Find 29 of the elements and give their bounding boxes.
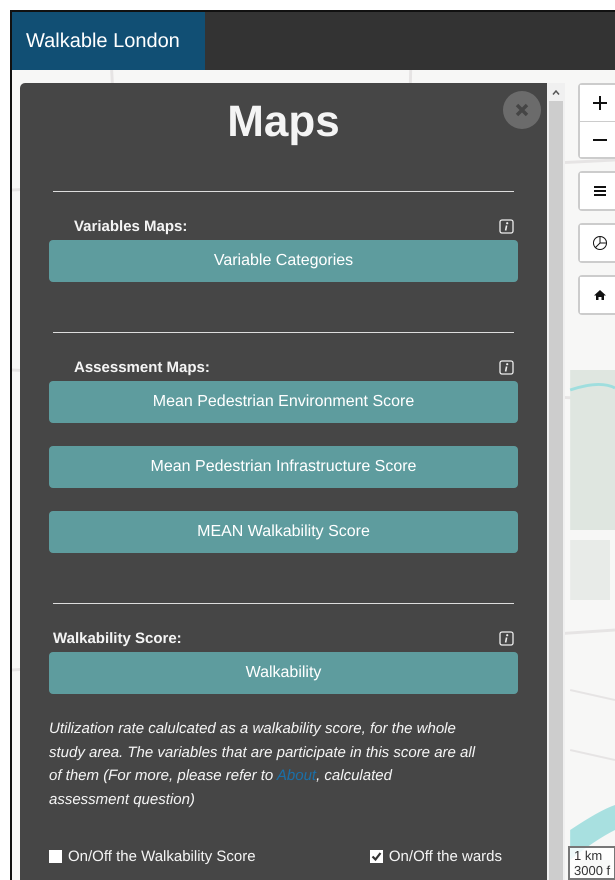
info-icon[interactable] [499,219,514,234]
plus-icon [592,95,608,111]
zoom-out-button[interactable] [580,121,615,157]
toggle-checkbox[interactable]: On/Off the wards [370,848,502,865]
map-button[interactable]: Variable Categories [49,240,518,282]
close-icon [514,102,530,118]
section-label: Variables Maps: [74,218,188,235]
about-link[interactable]: About [276,767,316,784]
map-button[interactable]: Walkability [49,652,518,694]
panel-title: Maps [226,96,341,148]
info-icon[interactable] [499,360,514,375]
minus-icon [592,138,608,140]
toggle-checkbox[interactable]: On/Off the Walkability Score [49,848,256,865]
menu-icon [593,185,607,197]
map-button[interactable]: MEAN Walkability Score [49,511,518,553]
home-icon [593,289,607,301]
pie-chart-icon [592,235,608,251]
info-icon[interactable] [499,631,514,646]
section-label: Assessment Maps: [74,359,210,376]
scrollbar[interactable] [547,83,565,880]
section-label: Walkability Score: [53,630,182,647]
app-brand[interactable]: Walkable London [12,12,205,70]
scroll-up-icon [552,90,560,95]
map-button[interactable]: Mean Pedestrian Environment Score [49,381,518,423]
map-button[interactable]: Mean Pedestrian Infrastructure Score [49,446,518,488]
checkmark-icon [370,851,382,862]
description-text: Utilization rate calulcated as a walkability score, for the whole study area. The variables that are participate in this score are all of them (For more, please refer to About, calculated assessment question) [49,719,476,810]
scale-bar: 1 km [568,846,615,863]
scale-bar: 3000 f [568,863,615,880]
